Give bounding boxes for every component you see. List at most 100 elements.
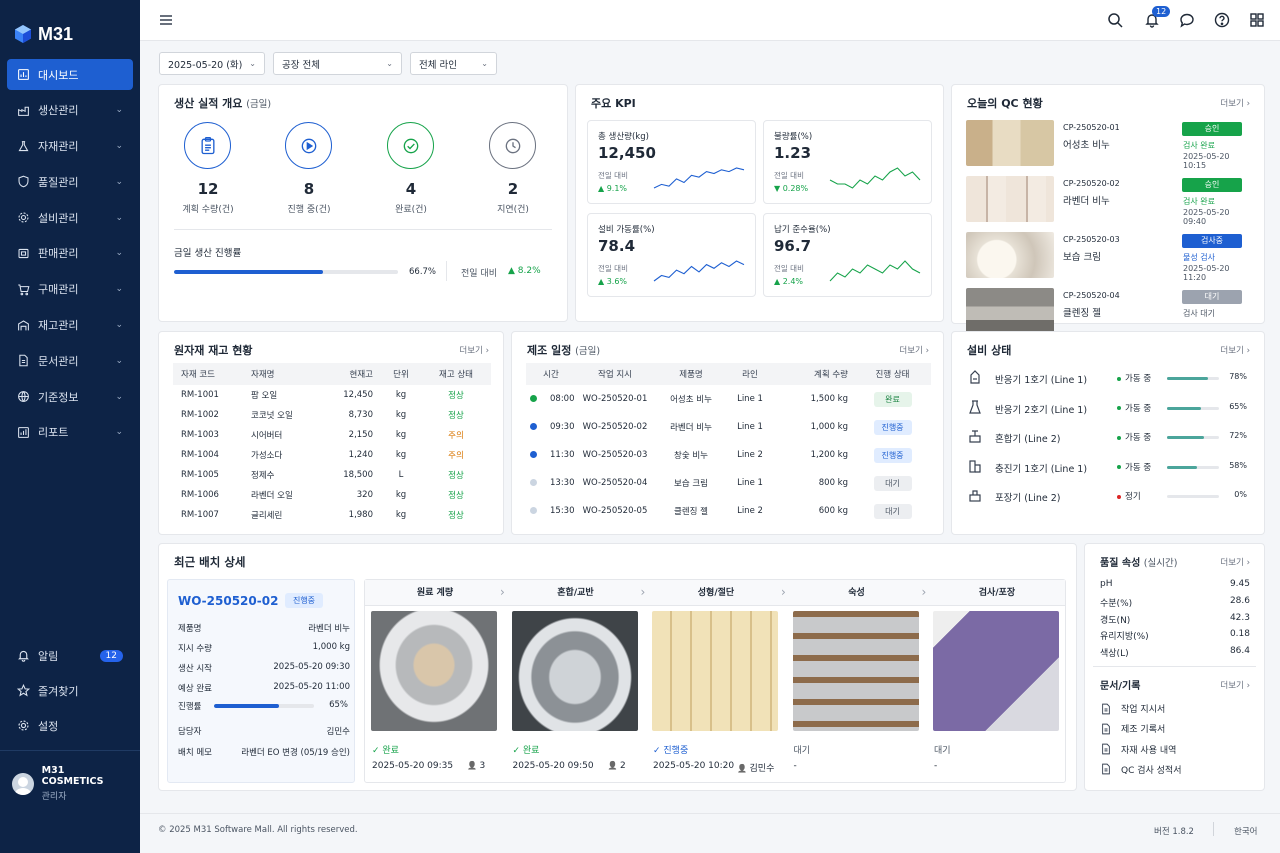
field-value: 2025-05-20 09:30 [273, 662, 350, 672]
kpi-tile-0[interactable]: 총 생산량(kg) 12,450 전일 대비 ▲ 9.1% [587, 120, 756, 204]
sidebar-item-7[interactable]: 재고관리 ⌄ [7, 310, 133, 341]
utilization-value: 58% [1229, 460, 1247, 470]
qc-item[interactable]: CP-250520-03 보습 크림 검사중 물성 검사 2025-05-20 11:2… [966, 232, 1251, 282]
hamburger-menu-icon[interactable] [158, 12, 174, 28]
equipment-row[interactable]: 반응기 2호기 (Line 1) 가동 중 65% [967, 399, 1249, 419]
docs-more-link[interactable]: 더보기 › [1220, 679, 1250, 691]
sidebar-settings[interactable]: 설정 [7, 710, 133, 741]
sidebar-item-1[interactable]: 생산관리 ⌄ [7, 95, 133, 126]
equipment-more-link[interactable]: 더보기 › [1220, 344, 1250, 356]
document-link[interactable]: QC 검사 성적서 [1100, 763, 1182, 776]
schedule-more-link[interactable]: 더보기 › [899, 344, 929, 356]
inventory-more-link[interactable]: 더보기 › [459, 344, 489, 356]
qc-item[interactable]: CP-250520-04 클렌징 젤 대기 검사 대기 [966, 288, 1251, 334]
sidebar-item-0[interactable]: 대시보드 [7, 59, 133, 90]
line-filter[interactable]: 전체 라인 ⌄ [410, 52, 497, 75]
table-row[interactable]: RM-1003 시어버터 2,150 kg 주의 [173, 425, 491, 445]
kpi-delta: ▼ 0.28% [774, 184, 808, 193]
memo-value: 라벤더 EO 변경 (05/19 승인) [241, 748, 350, 758]
stage-status: ✓ 완료 [513, 743, 540, 756]
store-icon [18, 248, 29, 259]
gear-icon [18, 212, 29, 223]
language-selector[interactable]: 한국어 [1234, 825, 1257, 837]
kpi-tile-2[interactable]: 설비 가동률(%) 78.4 전일 대비 ▲ 3.6% [587, 213, 756, 297]
attribute-value: 28.6 [1229, 595, 1250, 606]
sidebar-alerts[interactable]: 알림 12 [7, 640, 133, 671]
table-row[interactable]: RM-1006 라벤더 오일 320 kg 정상 [173, 485, 491, 505]
column-header: 진행 상태 [854, 363, 931, 385]
sidebar-item-8[interactable]: 문서관리 ⌄ [7, 345, 133, 376]
sidebar-item-5[interactable]: 판매관리 ⌄ [7, 238, 133, 269]
table-row[interactable]: RM-1001 팜 오일 12,450 kg 정상 [173, 385, 491, 405]
table-row[interactable]: RM-1004 가성소다 1,240 kg 주의 [173, 445, 491, 465]
arrow-up-icon: ▲ [598, 184, 607, 193]
table-cell: 주의 [448, 451, 464, 461]
table-cell: 800 kg [818, 478, 848, 488]
help-icon[interactable] [1214, 12, 1230, 28]
equipment-row[interactable]: 포장기 (Line 2) 정기 0% [967, 487, 1249, 507]
chevron-right-icon: › [921, 585, 927, 599]
sidebar-item-3[interactable]: 품질관리 ⌄ [7, 166, 133, 197]
qc-item[interactable]: CP-250520-02 라벤더 비누 승인 검사 완료 2025-05-20 09:4… [966, 176, 1251, 226]
quality-more-link[interactable]: 더보기 › [1220, 556, 1250, 568]
batch-wo[interactable]: WO-250520-02 [178, 594, 278, 608]
stage-photo [792, 611, 919, 731]
kpi-tile-1[interactable]: 불량률(%) 1.23 전일 대비 ▼ 0.28% [763, 120, 932, 204]
column-header: 작업 지시 [576, 363, 654, 385]
user-profile[interactable]: M31 COSMETICS 관리자 [0, 750, 140, 816]
table-row[interactable]: RM-1002 코코넛 오일 8,730 kg 정상 [173, 405, 491, 425]
document-link[interactable]: 자재 사용 내역 [1100, 743, 1176, 756]
search-icon[interactable] [1107, 12, 1123, 28]
document-link[interactable]: 작업 지시서 [1100, 702, 1165, 715]
stage-photo [933, 611, 1059, 731]
attribute-value: 86.4 [1229, 646, 1250, 657]
star-icon [17, 684, 30, 697]
brand-logo[interactable]: M31 [0, 0, 140, 48]
equipment-row[interactable]: 반응기 1호기 (Line 1) 가동 중 78% [967, 369, 1249, 389]
table-row[interactable]: RM-1005 정제수 18,500 L 정상 [173, 465, 491, 485]
sidebar-item-4[interactable]: 설비관리 ⌄ [7, 202, 133, 233]
status-badge: 대기 [873, 503, 912, 519]
table-row[interactable]: RM-1007 글리세린 1,980 kg 정상 [173, 505, 491, 525]
status-dot [1117, 435, 1121, 440]
date-filter[interactable]: 2025-05-20 (화) ⌄ [159, 52, 265, 75]
qc-more-link[interactable]: 더보기 › [1220, 97, 1250, 109]
table-row[interactable]: 08:00 WO-250520-01 어성초 비누 Line 1 1,500 kg 완료 [526, 385, 931, 413]
batch-title: 최근 배치 상세 [174, 555, 246, 569]
progress-check-icon: ✓ [653, 746, 664, 756]
sidebar-item-10[interactable]: 리포트 ⌄ [7, 417, 133, 448]
qc-status-card: 오늘의 QC 현황 더보기 › CP-250520-01 어성초 비누 승인 검사 완… [951, 84, 1265, 334]
kpi-card: 주요 KPI 총 생산량(kg) 12,450 전일 대비 ▲ 9.1% 불량률(%) 1… [575, 84, 944, 322]
batch-detail-card: 최근 배치 상세 WO-250520-02 진행중 제품명 라벤더 비누 지시 수량… [158, 543, 1077, 791]
chat-icon[interactable] [1179, 12, 1195, 28]
machine-icon [969, 490, 981, 502]
sidebar-item-6[interactable]: 구매관리 ⌄ [7, 274, 133, 305]
table-row[interactable]: 15:30 WO-250520-05 클렌징 젤 Line 2 600 kg 대기 [526, 497, 931, 525]
equipment-row[interactable]: 혼합기 (Line 2) 가동 중 72% [967, 428, 1249, 448]
attribute-value: 9.45 [1229, 579, 1250, 589]
document-link[interactable]: 제조 기록서 [1100, 722, 1165, 735]
plant-filter[interactable]: 공장 전체 ⌄ [273, 52, 402, 75]
kpi-tile-3[interactable]: 납기 준수율(%) 96.7 전일 대비 ▲ 2.4% [763, 213, 932, 297]
sidebar-item-2[interactable]: 자재관리 ⌄ [7, 131, 133, 162]
table-row[interactable]: 13:30 WO-250520-04 보습 크림 Line 1 800 kg 대기 [526, 469, 931, 497]
qc-item[interactable]: CP-250520-01 어성초 비누 승인 검사 완료 2025-05-20 10:1… [966, 120, 1251, 170]
attribute-value: 42.3 [1229, 612, 1250, 623]
document-icon [19, 355, 28, 367]
chevron-right-icon: › [781, 585, 786, 599]
stage-date: 2025-05-20 09:50 [512, 761, 594, 771]
table-cell: 가성소다 [251, 451, 283, 461]
sidebar-favorites[interactable]: 즐겨찾기 [7, 675, 133, 706]
table-row[interactable]: 11:30 WO-250520-03 창숯 비누 Line 2 1,200 kg 진행중 [526, 441, 931, 469]
apps-grid-icon[interactable] [1249, 12, 1265, 28]
owner-label: 담당자 [178, 727, 202, 737]
equipment-status-text: 가동 중 [1125, 374, 1152, 384]
sidebar-item-9[interactable]: 기준정보 ⌄ [7, 381, 133, 412]
equipment-status-text: 정기 [1125, 492, 1141, 502]
table-row[interactable]: 09:30 WO-250520-02 라벤더 비누 Line 1 1,000 kg 진행중 [526, 413, 931, 441]
sparkline [653, 260, 745, 282]
stat-label: 지연(건) [497, 205, 529, 215]
table-cell: 정상 [448, 511, 464, 521]
table-cell: 1,980 [348, 510, 373, 520]
equipment-row[interactable]: 충진기 1호기 (Line 1) 가동 중 58% [967, 458, 1249, 478]
